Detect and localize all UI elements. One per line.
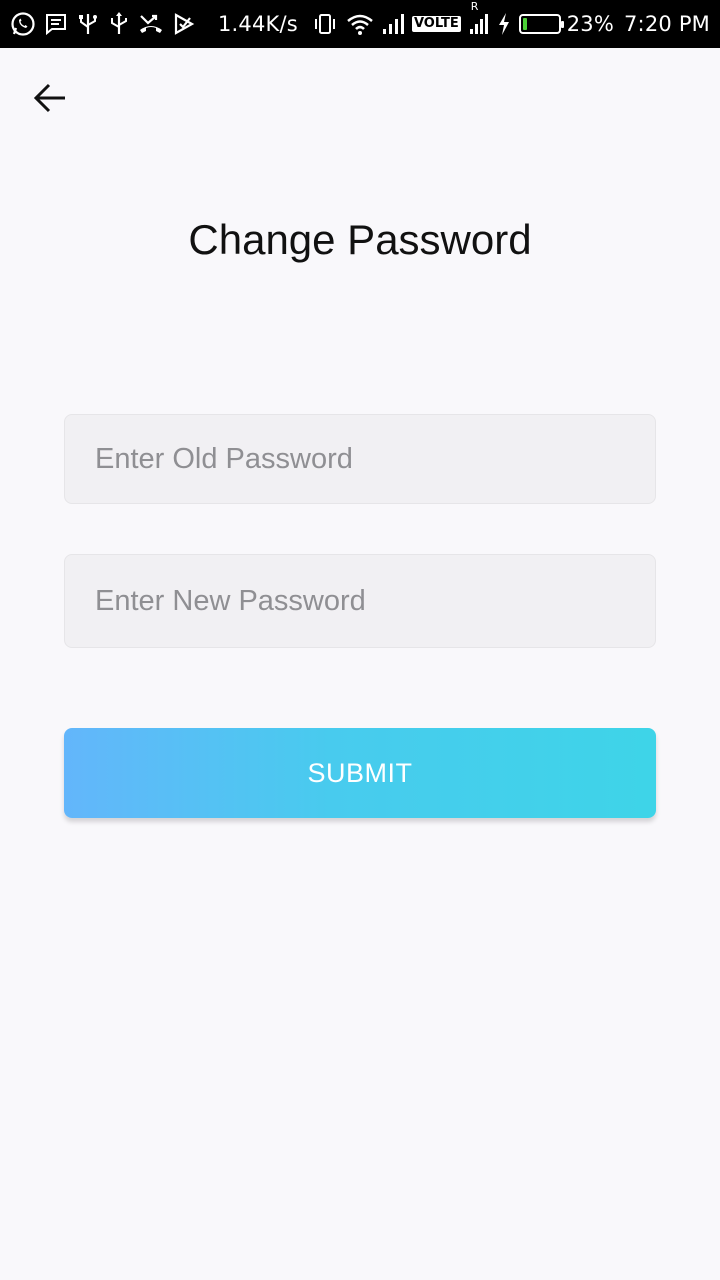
system-indicators: 1.44K/s VOLTE R 23% 7:20 PM [217, 0, 710, 36]
vibrate-icon [312, 12, 338, 36]
notification-icons [10, 11, 204, 37]
roaming-label: R [470, 0, 479, 13]
clock: 7:20 PM [623, 12, 710, 36]
signal-icon-1 [382, 12, 404, 36]
battery-icon [518, 14, 564, 34]
whatsapp-icon [10, 11, 36, 37]
page-title: Change Password [188, 216, 532, 263]
play-store-icon [172, 12, 196, 36]
back-button[interactable] [26, 74, 74, 122]
submit-button[interactable]: SUBMIT [64, 728, 656, 818]
arrow-left-icon [33, 83, 65, 113]
usb-icon [108, 12, 130, 36]
missed-call-icon [138, 12, 164, 36]
new-password-field[interactable] [64, 554, 656, 648]
signal-icon-2: R [469, 0, 489, 36]
usb-debug-icon [76, 12, 100, 36]
battery-percent: 23% [566, 12, 614, 36]
charging-icon [497, 12, 511, 36]
volte-badge: VOLTE [411, 16, 461, 32]
battery-level [522, 18, 528, 30]
status-bar: 1.44K/s VOLTE R 23% 7:20 PM [0, 0, 720, 48]
network-speed: 1.44K/s [217, 12, 298, 36]
message-icon [44, 12, 68, 36]
old-password-field[interactable] [64, 414, 656, 504]
wifi-icon [346, 12, 374, 36]
